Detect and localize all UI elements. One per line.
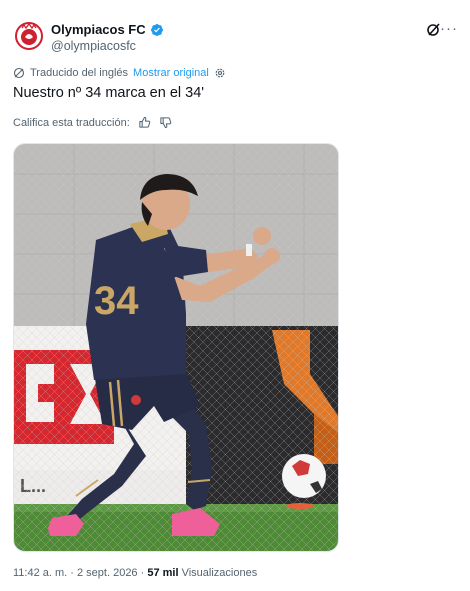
tweet-text: Nuestro nº 34 marca en el 34': [13, 85, 205, 101]
tweet-time[interactable]: 11:42 a. m.: [13, 567, 67, 579]
rate-translation: Califica esta traducción:: [13, 116, 172, 129]
translated-from-label: Traducido del inglés: [30, 67, 129, 79]
rate-translation-label: Califica esta traducción:: [13, 116, 130, 129]
jersey-number: 34: [94, 279, 139, 323]
views-label: Visualizaciones: [178, 567, 258, 579]
tweet-date[interactable]: 2 sept. 2026: [77, 567, 138, 579]
account-handle[interactable]: @olympiacosfc: [51, 39, 136, 53]
separator: ·: [137, 567, 148, 579]
translate-icon: [13, 67, 25, 79]
player-celebration-image: L... 34: [14, 144, 338, 551]
separator: ·: [67, 567, 77, 579]
thumbs-up-icon[interactable]: [138, 116, 151, 129]
show-original-link[interactable]: Mostrar original: [133, 67, 209, 79]
gear-icon[interactable]: [214, 67, 226, 79]
more-options-icon[interactable]: ···: [440, 20, 458, 37]
verified-badge-icon[interactable]: [150, 23, 164, 37]
thumbs-down-icon[interactable]: [159, 116, 172, 129]
tweet-header: Olympiacos FC @olympiacosfc ···: [13, 18, 458, 58]
translation-info: Traducido del inglés Mostrar original: [13, 67, 226, 79]
olympiacos-logo-icon: [15, 22, 43, 50]
views-count: 57 mil: [147, 567, 179, 579]
tweet-photo[interactable]: L... 34: [13, 143, 339, 552]
display-name[interactable]: Olympiacos FC: [51, 22, 146, 37]
tweet-metadata: 11:42 a. m. · 2 sept. 2026 · 57 mil Visu…: [13, 567, 257, 579]
avatar[interactable]: [13, 20, 45, 52]
